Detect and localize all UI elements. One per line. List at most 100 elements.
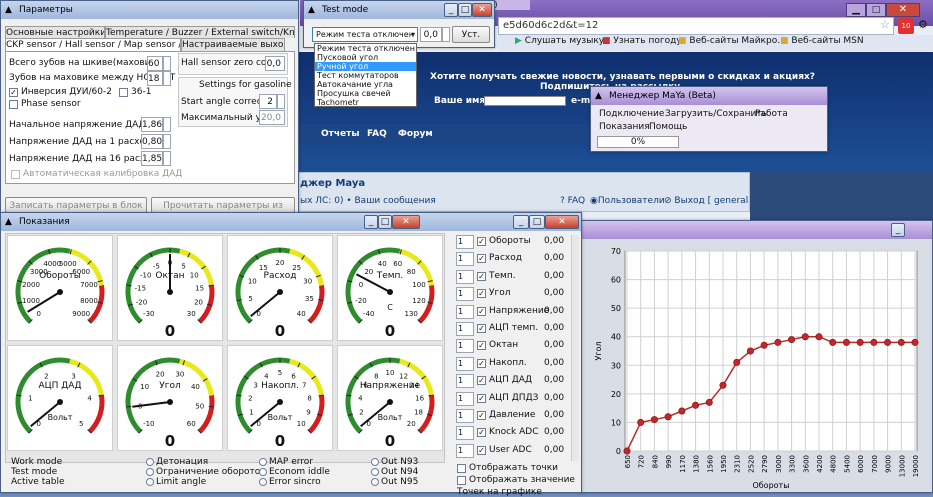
channel-checkbox[interactable]: ✓: [477, 376, 486, 386]
channel-checkbox[interactable]: ✓: [477, 341, 486, 351]
faq-link[interactable]: ? FAQ: [560, 196, 585, 206]
voltage-16-spinner[interactable]: [163, 151, 171, 166]
option-36-checkbox[interactable]: [119, 88, 128, 97]
write-params-button[interactable]: Записать параметры в блок: [5, 197, 147, 213]
teeth-total-input[interactable]: 60: [147, 56, 163, 71]
nav-reports[interactable]: Отчеты: [321, 129, 360, 139]
channel-scale-spinner[interactable]: 1: [456, 339, 474, 354]
data-point[interactable]: [870, 338, 878, 346]
menu-connect[interactable]: Подключение: [599, 109, 664, 119]
teeth-between-input[interactable]: 18: [147, 71, 163, 86]
close-icon[interactable]: ✕: [886, 3, 920, 17]
extension-badge[interactable]: 10: [898, 18, 914, 34]
data-point[interactable]: [815, 333, 823, 341]
logout-link[interactable]: ⊘ Выход [ general ]: [664, 196, 755, 206]
channel-scale-spinner[interactable]: 1: [456, 304, 474, 319]
channel-checkbox[interactable]: ✓: [477, 289, 486, 299]
minimize-icon[interactable]: ▁: [846, 3, 866, 17]
menu-help[interactable]: Помощь: [649, 122, 687, 132]
start-angle-input[interactable]: 2: [259, 94, 277, 109]
channel-scale-spinner[interactable]: 1: [456, 374, 474, 389]
close-button[interactable]: ✕: [472, 3, 492, 17]
auto-calibration-checkbox[interactable]: [11, 170, 20, 179]
maximize-icon[interactable]: □: [866, 3, 886, 17]
max-angle-input[interactable]: 20,0: [259, 110, 285, 125]
channel-checkbox[interactable]: ✓: [477, 237, 486, 246]
data-point[interactable]: [842, 338, 850, 346]
data-point[interactable]: [856, 338, 864, 346]
channel-scale-spinner[interactable]: 1: [456, 409, 474, 423]
channel-scale-spinner[interactable]: 1: [456, 426, 474, 441]
data-point[interactable]: [788, 336, 796, 344]
data-point[interactable]: [623, 447, 631, 455]
voltage-1-spinner[interactable]: [163, 134, 171, 149]
address-bar[interactable]: e5d60d6c2d&t=12: [498, 17, 894, 35]
channel-scale-spinner[interactable]: 1: [456, 269, 474, 284]
wrench-icon[interactable]: ⚙: [918, 18, 930, 32]
channel-checkbox[interactable]: ✓: [477, 428, 486, 438]
channel-scale-spinner[interactable]: 1: [456, 235, 474, 249]
inner-minimize-button[interactable]: _: [364, 215, 378, 229]
nav-faq[interactable]: FAQ: [367, 129, 387, 139]
dropdown-option[interactable]: Просушка свечей: [315, 89, 416, 98]
teeth-between-spinner[interactable]: [163, 71, 171, 86]
dropdown-option[interactable]: Автокачание угла: [315, 80, 416, 89]
data-point[interactable]: [911, 338, 919, 346]
channel-scale-spinner[interactable]: 1: [456, 391, 474, 406]
users-link[interactable]: ◉Пользователи: [590, 196, 665, 206]
minimize-button[interactable]: _: [513, 215, 529, 229]
tab-temperature[interactable]: Temperature / Buzzer / External switch/K…: [105, 26, 295, 38]
data-point[interactable]: [692, 401, 700, 409]
data-point[interactable]: [884, 338, 892, 346]
minimize-button[interactable]: _: [444, 3, 458, 17]
maximize-button[interactable]: □: [529, 215, 545, 229]
channel-scale-spinner[interactable]: 1: [456, 356, 474, 371]
show-value-checkbox[interactable]: [457, 476, 466, 485]
channel-scale-spinner[interactable]: 1: [456, 443, 474, 458]
channel-checkbox[interactable]: ✓: [477, 306, 486, 316]
channel-scale-spinner[interactable]: 1: [456, 252, 474, 267]
data-point[interactable]: [650, 416, 658, 424]
star-icon[interactable]: ☆: [880, 19, 892, 31]
tab-ckp[interactable]: CKP sensor / Hall sensor / Map sensor / …: [5, 38, 181, 51]
voltage-start-input[interactable]: 1,86: [141, 117, 163, 132]
data-point[interactable]: [829, 338, 837, 346]
channel-checkbox[interactable]: ✓: [477, 393, 486, 403]
set-button[interactable]: Уст.: [452, 26, 490, 43]
teeth-total-spinner[interactable]: [163, 56, 171, 71]
show-points-checkbox[interactable]: [457, 464, 466, 473]
data-point[interactable]: [719, 381, 727, 389]
bookmark-music[interactable]: ▶ Слушать музыку: [515, 36, 604, 46]
forum-messages[interactable]: ых ЛС: 0) • Ваши сообщения: [300, 196, 436, 206]
data-point[interactable]: [774, 338, 782, 346]
menu-work[interactable]: Работа: [755, 109, 788, 119]
read-params-button[interactable]: Прочитать параметры из блока: [151, 197, 295, 227]
tab-outputs[interactable]: Настраиваемые выходы: [181, 38, 285, 51]
channel-checkbox[interactable]: ✓: [477, 324, 486, 333]
data-point[interactable]: [664, 413, 672, 421]
test-mode-select[interactable]: Режим теста отключен ▾: [312, 27, 418, 42]
nav-forum[interactable]: Форум: [398, 129, 433, 139]
voltage-start-spinner[interactable]: [163, 117, 171, 132]
test-mode-dropdown[interactable]: Режим теста отключен Пусковой угол Ручно…: [314, 43, 417, 107]
bookmark-weather[interactable]: ■ Узнать погоду: [602, 36, 682, 46]
inner-maximize-button[interactable]: □: [378, 215, 392, 229]
test-value-input[interactable]: 0,0: [420, 27, 442, 42]
channel-scrollbar[interactable]: [571, 235, 579, 461]
tab-basic[interactable]: Основные настройки: [5, 26, 105, 38]
dropdown-option[interactable]: Пусковой угол: [315, 53, 416, 62]
channel-checkbox[interactable]: ✓: [477, 358, 486, 368]
maximize-button[interactable]: □: [458, 3, 472, 17]
test-value-spinner[interactable]: [442, 27, 450, 42]
channel-checkbox[interactable]: ✓: [477, 254, 486, 264]
phase-sensor-checkbox[interactable]: [9, 100, 18, 109]
channel-checkbox[interactable]: ✓: [477, 271, 486, 281]
inversion-checkbox[interactable]: ✓: [9, 88, 18, 97]
minimize-button[interactable]: _: [891, 223, 905, 237]
data-point[interactable]: [637, 418, 645, 426]
channel-scale-spinner[interactable]: 1: [456, 322, 474, 336]
voltage-1-input[interactable]: 0,80: [141, 134, 163, 149]
hall-input[interactable]: 0,0: [265, 56, 285, 71]
dropdown-option[interactable]: Режим теста отключен: [315, 44, 416, 53]
menu-load-save[interactable]: Загрузить/Сохранить: [665, 109, 767, 119]
